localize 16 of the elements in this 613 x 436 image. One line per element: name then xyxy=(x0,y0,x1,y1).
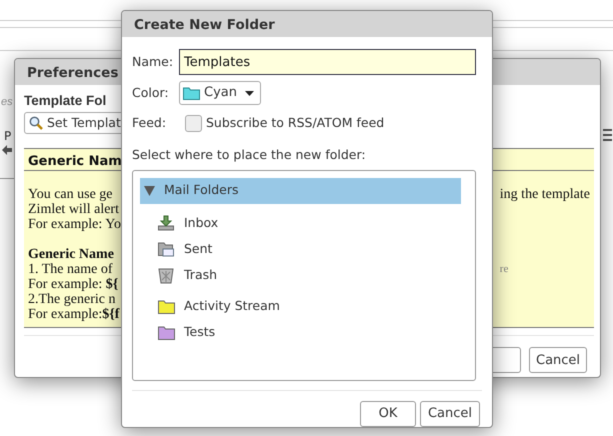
text-line: You can use ge xyxy=(28,187,114,202)
text-line: 2.The generic n xyxy=(28,292,116,308)
text-line: For example: ${ xyxy=(28,277,120,292)
text-line: 1. The name of xyxy=(28,262,114,278)
text-line: For example:${f xyxy=(28,307,120,322)
text-line: Zimlet will alert xyxy=(28,202,120,218)
field-label: Feed: xyxy=(132,114,168,132)
checkbox-label: Subscribe to RSS/ATOM feed xyxy=(206,114,384,132)
text-line: re xyxy=(500,262,510,278)
text-line: For example: Yo xyxy=(28,217,121,232)
background-text: es xyxy=(1,95,13,110)
field-label: Color: xyxy=(132,84,170,102)
text-line: Generic Name xyxy=(28,247,115,262)
section-title: Template Fol xyxy=(24,92,106,110)
window-title: Create New Folder xyxy=(122,11,492,37)
text-line: ing the template xyxy=(500,187,590,202)
